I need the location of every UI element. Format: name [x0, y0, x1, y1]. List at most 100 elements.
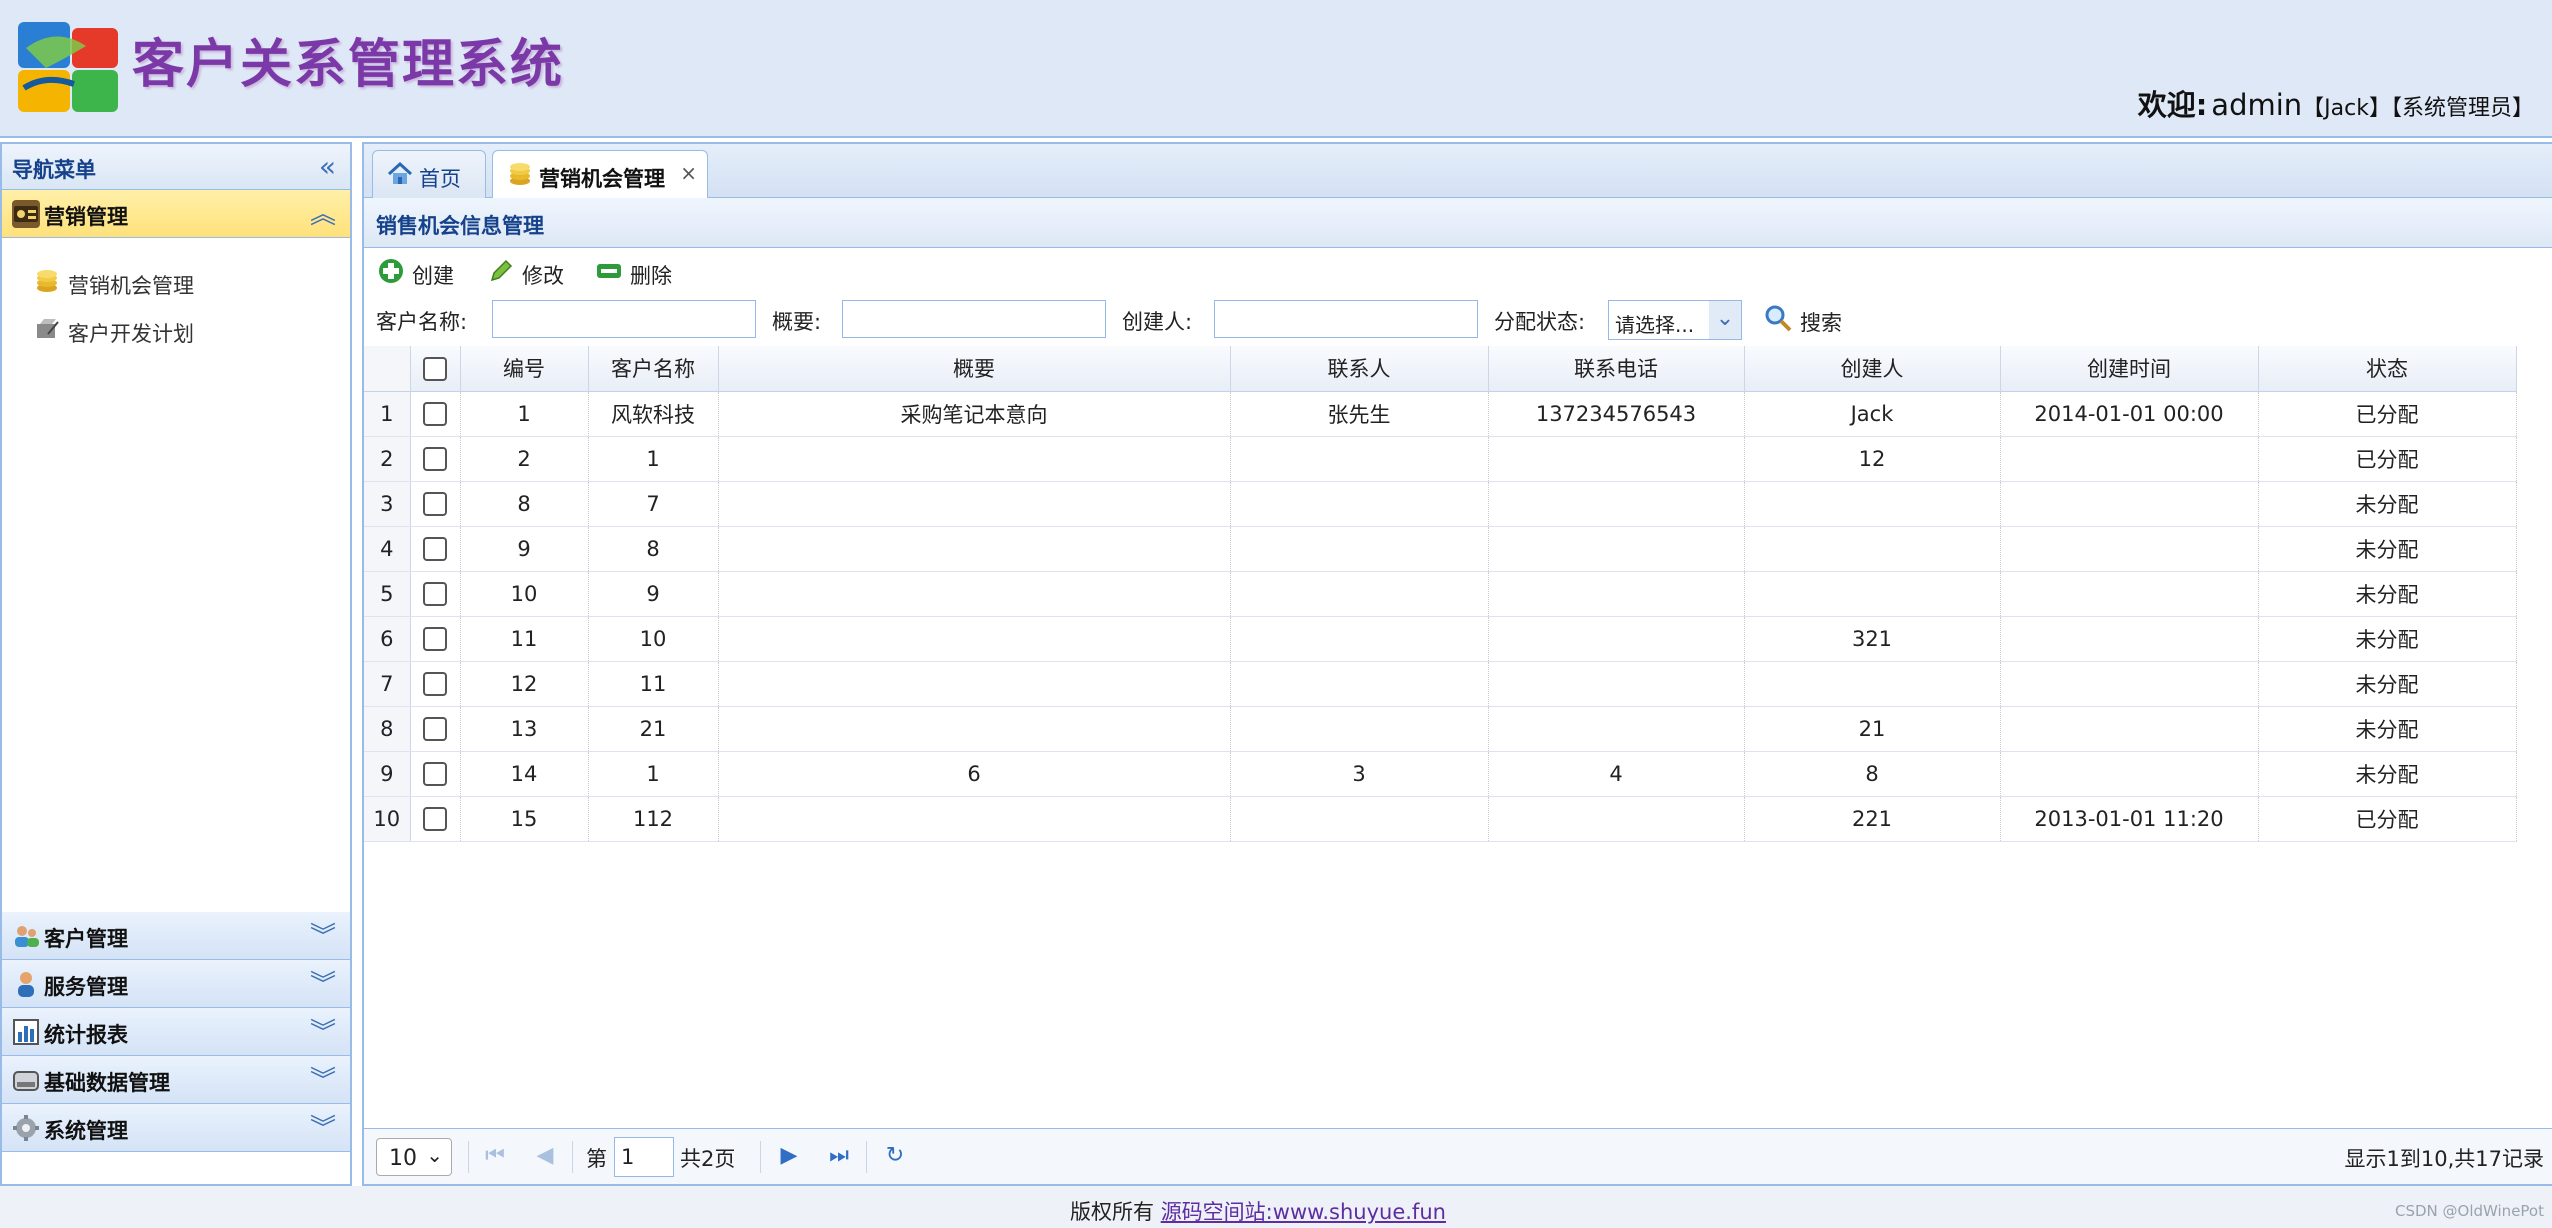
page-size-select[interactable]: 10 ⌄ [376, 1138, 452, 1176]
column-header[interactable]: 状态 [2258, 346, 2517, 392]
pager-divider [468, 1141, 469, 1173]
nav-group-report[interactable]: 统计报表 ︾ [2, 1008, 350, 1056]
table-row[interactable]: 1 1 风软科技 采购笔记本意向 张先生 137234576543 Jack 2014-01-… [364, 391, 2517, 437]
next-page-icon[interactable]: ▶ [774, 1141, 804, 1171]
nav-item-opportunity[interactable]: 营销机会管理 [2, 258, 350, 306]
plan-icon [37, 319, 59, 338]
table-cell: 14 [460, 751, 589, 797]
chevron-down-icon[interactable]: ⌄ [1709, 301, 1741, 339]
table-cell: 11 [588, 661, 719, 707]
row-checkbox[interactable] [410, 796, 461, 842]
table-cell [1488, 571, 1745, 617]
overview-input[interactable] [842, 300, 1106, 338]
table-row[interactable]: 3 8 7 未分配 [364, 481, 2517, 527]
first-page-icon[interactable]: ⏮ [480, 1141, 510, 1171]
page-number-input[interactable]: 1 [614, 1137, 674, 1177]
nav-group-marketing[interactable]: 营销管理 ︽ [2, 190, 350, 238]
table-cell [1744, 571, 2001, 617]
edit-button[interactable]: 修改 [488, 256, 578, 288]
home-icon [387, 161, 413, 184]
nav-menu: 导航菜单 « 营销管理 ︽ 营销机会管理 客户开发计划 客户管理 ︾ 服务管理 … [0, 142, 352, 1186]
nav-header: 导航菜单 « [2, 144, 350, 190]
table-row[interactable]: 2 2 1 12 已分配 [364, 436, 2517, 482]
delete-button[interactable]: 删除 [596, 256, 686, 288]
app-title: 客户关系管理系统 [132, 34, 565, 95]
row-number: 5 [364, 571, 411, 617]
page-size-value: 10 [389, 1146, 417, 1171]
column-header[interactable]: 联系电话 [1488, 346, 1745, 392]
column-header[interactable]: 客户名称 [588, 346, 719, 392]
nav-group-service[interactable]: 服务管理 ︾ [2, 960, 350, 1008]
close-icon[interactable]: × [680, 161, 697, 185]
nav-group-system[interactable]: 系统管理 ︾ [2, 1104, 350, 1152]
select-all-checkbox[interactable] [410, 346, 461, 392]
table-cell: 10 [588, 616, 719, 662]
table-cell: 2 [460, 436, 589, 482]
edit-label: 修改 [522, 264, 564, 288]
row-checkbox[interactable] [410, 391, 461, 437]
last-page-icon[interactable]: ⏭ [824, 1141, 854, 1171]
column-header[interactable]: 概要 [718, 346, 1231, 392]
chevron-down-icon[interactable]: ︾ [310, 1108, 336, 1145]
chevron-down-icon[interactable]: ︾ [310, 916, 336, 953]
row-checkbox[interactable] [410, 481, 461, 527]
chevron-down-icon[interactable]: ︾ [310, 1012, 336, 1049]
row-checkbox[interactable] [410, 661, 461, 707]
coins-icon [510, 163, 530, 185]
refresh-icon[interactable]: ↻ [880, 1141, 910, 1171]
customer-name-input[interactable] [492, 300, 756, 338]
table-cell: 张先生 [1230, 391, 1489, 437]
status-select[interactable]: 请选择... ⌄ [1608, 300, 1742, 340]
column-header[interactable]: 创建人 [1744, 346, 2001, 392]
chevron-up-icon[interactable]: ︽ [310, 194, 336, 231]
chevron-down-icon: ⌄ [426, 1143, 443, 1167]
table-cell: 未分配 [2258, 661, 2517, 707]
prev-page-icon[interactable]: ◀ [530, 1141, 560, 1171]
nav-group-basedata[interactable]: 基础数据管理 ︾ [2, 1056, 350, 1104]
database-icon [13, 1071, 39, 1091]
row-checkbox[interactable] [410, 706, 461, 752]
table-cell: 6 [718, 751, 1231, 797]
welcome-text: 欢迎: admin【Jack】【系统管理员】 [2138, 82, 2534, 124]
table-row[interactable]: 6 11 10 321 未分配 [364, 616, 2517, 662]
footer-link[interactable]: 源码空间站:www.shuyue.fun [1161, 1200, 1446, 1224]
column-header[interactable]: 编号 [460, 346, 589, 392]
chevron-down-icon[interactable]: ︾ [310, 964, 336, 1001]
table-cell [2000, 481, 2259, 527]
table-cell [2000, 661, 2259, 707]
nav-group-customers[interactable]: 客户管理 ︾ [2, 912, 350, 960]
nav-group-label: 基础数据管理 [44, 1071, 170, 1095]
table-row[interactable]: 4 9 8 未分配 [364, 526, 2517, 572]
table-cell: 未分配 [2258, 571, 2517, 617]
table-cell [1488, 796, 1745, 842]
customers-icon [15, 926, 39, 947]
row-checkbox[interactable] [410, 616, 461, 662]
column-header[interactable]: 联系人 [1230, 346, 1489, 392]
row-checkbox[interactable] [410, 526, 461, 572]
table-row[interactable]: 10 15 112 221 2013-01-01 11:20 已分配 [364, 796, 2517, 842]
table-cell [2000, 706, 2259, 752]
table-cell: 12 [1744, 436, 2001, 482]
creator-input[interactable] [1214, 300, 1478, 338]
row-checkbox[interactable] [410, 436, 461, 482]
column-header[interactable]: 创建时间 [2000, 346, 2259, 392]
create-button[interactable]: 创建 [378, 256, 468, 288]
table-row[interactable]: 7 12 11 未分配 [364, 661, 2517, 707]
chevron-down-icon[interactable]: ︾ [310, 1060, 336, 1097]
tab-opportunity[interactable]: 营销机会管理 × [492, 150, 708, 199]
nav-item-dev-plan[interactable]: 客户开发计划 [2, 306, 350, 354]
row-checkbox[interactable] [410, 571, 461, 617]
row-number: 1 [364, 391, 411, 437]
table-cell [1230, 526, 1489, 572]
row-number: 7 [364, 661, 411, 707]
table-cell [718, 661, 1231, 707]
table-cell: 1 [588, 436, 719, 482]
tab-home[interactable]: 首页 [372, 150, 486, 198]
table-row[interactable]: 5 10 9 未分配 [364, 571, 2517, 617]
nav-item-label: 客户开发计划 [68, 322, 194, 346]
table-row[interactable]: 9 14 1 6 3 4 8 未分配 [364, 751, 2517, 797]
row-checkbox[interactable] [410, 751, 461, 797]
table-row[interactable]: 8 13 21 21 未分配 [364, 706, 2517, 752]
collapse-left-icon[interactable]: « [319, 150, 336, 183]
customer-name-label: 客户名称: [376, 310, 468, 334]
